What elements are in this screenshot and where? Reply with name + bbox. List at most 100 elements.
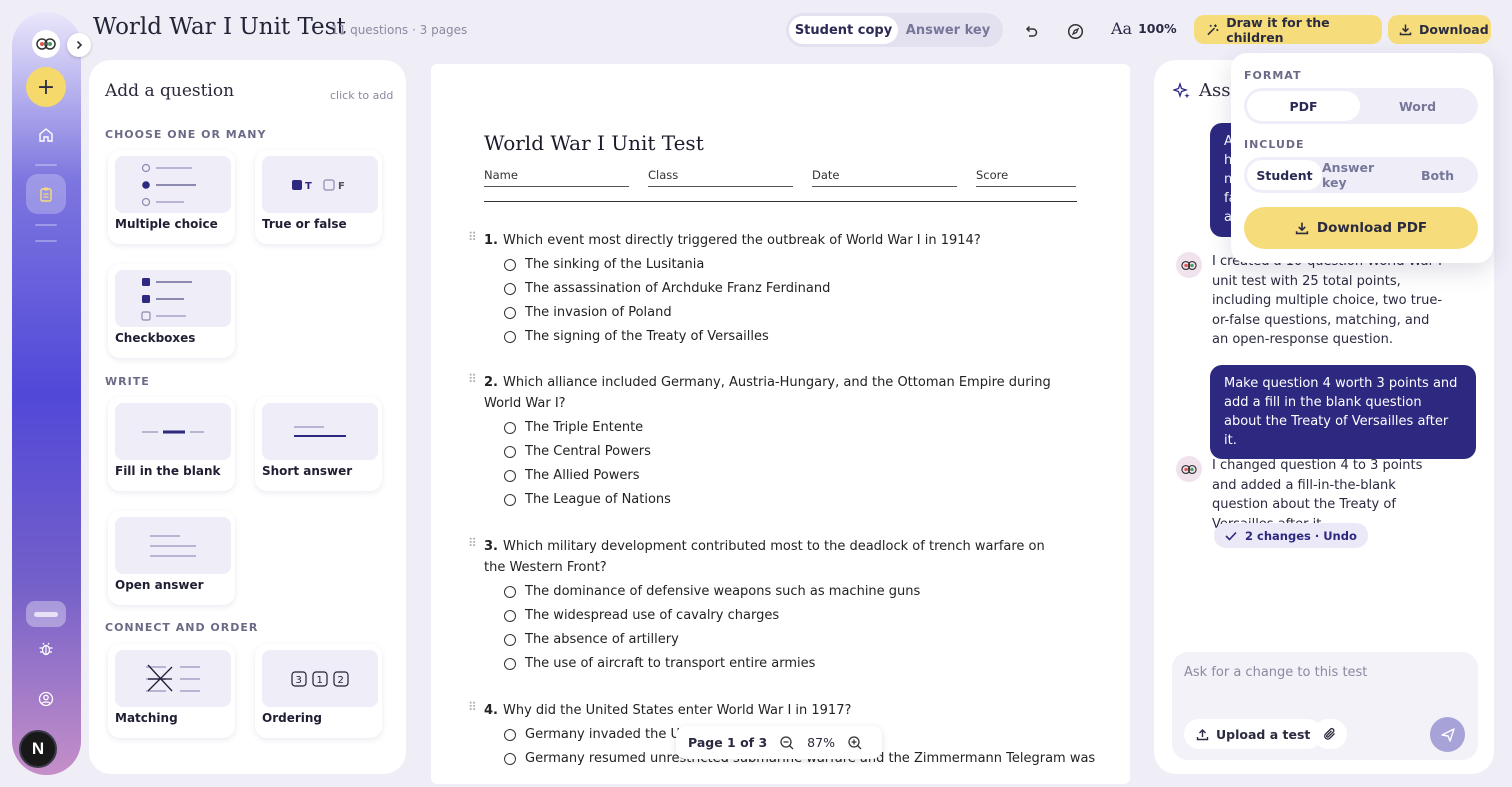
send-icon — [1440, 727, 1455, 742]
tests-button[interactable] — [26, 174, 66, 214]
new-test-button[interactable]: + — [26, 67, 66, 107]
drag-handle-icon[interactable]: ⠿ — [468, 697, 477, 718]
download-icon — [1399, 24, 1412, 36]
expand-sidebar-button[interactable] — [67, 33, 91, 57]
include-toggle: Student Answer key Both — [1244, 157, 1478, 193]
add-question-panel: Add a question click to add CHOOSE ONE O… — [89, 60, 406, 774]
include-student[interactable]: Student — [1247, 160, 1322, 190]
format-pdf[interactable]: PDF — [1247, 91, 1360, 121]
tab-answer-key[interactable]: Answer key — [898, 16, 998, 44]
add-matching[interactable]: Matching — [108, 644, 235, 738]
clipboard-icon — [40, 187, 52, 202]
answer-option: The League of Nations — [504, 489, 1064, 510]
section-write: WRITE — [105, 375, 150, 388]
drag-handle-icon[interactable]: ⠿ — [468, 369, 477, 390]
question-1[interactable]: ⠿ 1. Which event most directly triggered … — [468, 230, 1064, 347]
answer-option: The assassination of Archduke Franz Ferd… — [504, 278, 1064, 299]
answer-option: The use of aircraft to transport entire … — [504, 653, 1064, 674]
add-open-answer[interactable]: Open answer — [108, 511, 235, 605]
format-word[interactable]: Word — [1360, 91, 1475, 121]
add-fill-in-the-blank[interactable]: Fill in the blank — [108, 397, 235, 491]
radio-icon — [504, 330, 516, 343]
assistant-message: I created a 10-question World War I unit… — [1176, 252, 1447, 350]
download-pdf-button[interactable]: Download PDF — [1244, 207, 1478, 249]
user-avatar[interactable]: N — [19, 730, 57, 768]
include-both[interactable]: Both — [1400, 160, 1475, 190]
app-logo[interactable] — [32, 30, 60, 58]
add-multiple-choice[interactable]: Multiple choice — [108, 150, 235, 244]
drag-handle-icon[interactable]: ⠿ — [468, 533, 477, 554]
nav-rail: + N — [12, 12, 81, 775]
test-document: World War I Unit Test Name Class Date Sc… — [431, 64, 1130, 784]
short-answer-preview — [262, 403, 378, 460]
add-true-false[interactable]: TF True or false — [255, 150, 382, 244]
include-heading: INCLUDE — [1244, 138, 1305, 151]
rail-toggle[interactable] — [26, 601, 66, 627]
download-button[interactable]: Download — [1388, 15, 1491, 44]
text-size-icon: Aa — [1111, 19, 1133, 38]
svg-text:1: 1 — [317, 675, 323, 686]
radio-icon — [504, 657, 516, 670]
score-field: Score — [976, 168, 1076, 187]
class-field: Class — [648, 168, 793, 187]
drag-handle-icon[interactable]: ⠿ — [468, 227, 477, 248]
undo-button[interactable] — [1018, 18, 1044, 44]
zoom-in-button[interactable] — [847, 735, 863, 751]
add-checkboxes[interactable]: Checkboxes — [108, 264, 235, 358]
attach-button[interactable] — [1313, 719, 1347, 749]
zoom-level: 87% — [807, 735, 835, 750]
draw-it-button[interactable]: Draw it for the children — [1194, 15, 1382, 45]
ordering-preview: 3 1 2 — [262, 650, 378, 707]
checkboxes-preview — [115, 270, 231, 327]
text-size-control[interactable]: Aa 100% — [1111, 19, 1177, 38]
radio-icon — [504, 609, 516, 622]
home-button[interactable] — [26, 115, 66, 155]
sparkle-icon — [1173, 81, 1190, 98]
panel-hint: click to add — [330, 89, 394, 102]
question-2[interactable]: ⠿ 2. Which alliance included Germany, Aus… — [468, 372, 1064, 510]
svg-text:2: 2 — [338, 675, 344, 686]
report-bug-button[interactable] — [26, 629, 66, 669]
chat-input[interactable]: Ask for a change to this test — [1184, 665, 1367, 680]
copy-toggle: Student copy Answer key — [786, 13, 1003, 47]
true-false-preview: TF — [262, 156, 378, 213]
answer-option: The invasion of Poland — [504, 302, 1064, 323]
header-divider — [484, 201, 1077, 202]
explore-button[interactable] — [1062, 18, 1088, 44]
upload-icon — [1196, 728, 1209, 740]
tab-student-copy[interactable]: Student copy — [789, 16, 898, 44]
document-title: World War I Unit Test — [484, 131, 704, 155]
answer-option: The Triple Entente — [504, 417, 1064, 438]
home-icon — [39, 128, 53, 142]
date-field: Date — [812, 168, 957, 187]
section-connect: CONNECT AND ORDER — [105, 621, 259, 634]
bug-icon — [39, 642, 53, 656]
add-short-answer[interactable]: Short answer — [255, 397, 382, 491]
svg-text:T: T — [305, 181, 312, 192]
undo-changes-chip[interactable]: 2 changes · Undo — [1214, 523, 1368, 548]
radio-icon — [504, 633, 516, 646]
paperclip-icon — [1324, 727, 1335, 740]
compass-icon — [1067, 23, 1083, 39]
user-circle-icon — [38, 691, 54, 707]
rail-divider — [35, 164, 57, 166]
question-3[interactable]: ⠿ 3. Which military development contribut… — [468, 536, 1064, 674]
include-answer-key[interactable]: Answer key — [1322, 160, 1400, 190]
answer-option: The widespread use of cavalry charges — [504, 605, 1064, 626]
account-button[interactable] — [26, 679, 66, 719]
send-button[interactable] — [1430, 717, 1465, 752]
check-icon — [1225, 531, 1237, 541]
page-title: World War I Unit Test — [93, 14, 346, 40]
assistant-avatar — [1176, 252, 1202, 278]
answer-option: The Central Powers — [504, 441, 1064, 462]
answer-option: The sinking of the Lusitania — [504, 254, 1064, 275]
add-ordering[interactable]: 3 1 2 Ordering — [255, 644, 382, 738]
zoom-out-button[interactable] — [779, 735, 795, 751]
radio-icon — [504, 421, 516, 434]
radio-icon — [504, 469, 516, 482]
page-zoom-bar: Page 1 of 3 87% — [676, 726, 882, 759]
upload-test-button[interactable]: Upload a test — [1184, 719, 1323, 749]
user-message: Make question 4 worth 3 points and add a… — [1210, 365, 1476, 459]
radio-icon — [504, 493, 516, 506]
chevron-right-icon — [76, 40, 83, 50]
